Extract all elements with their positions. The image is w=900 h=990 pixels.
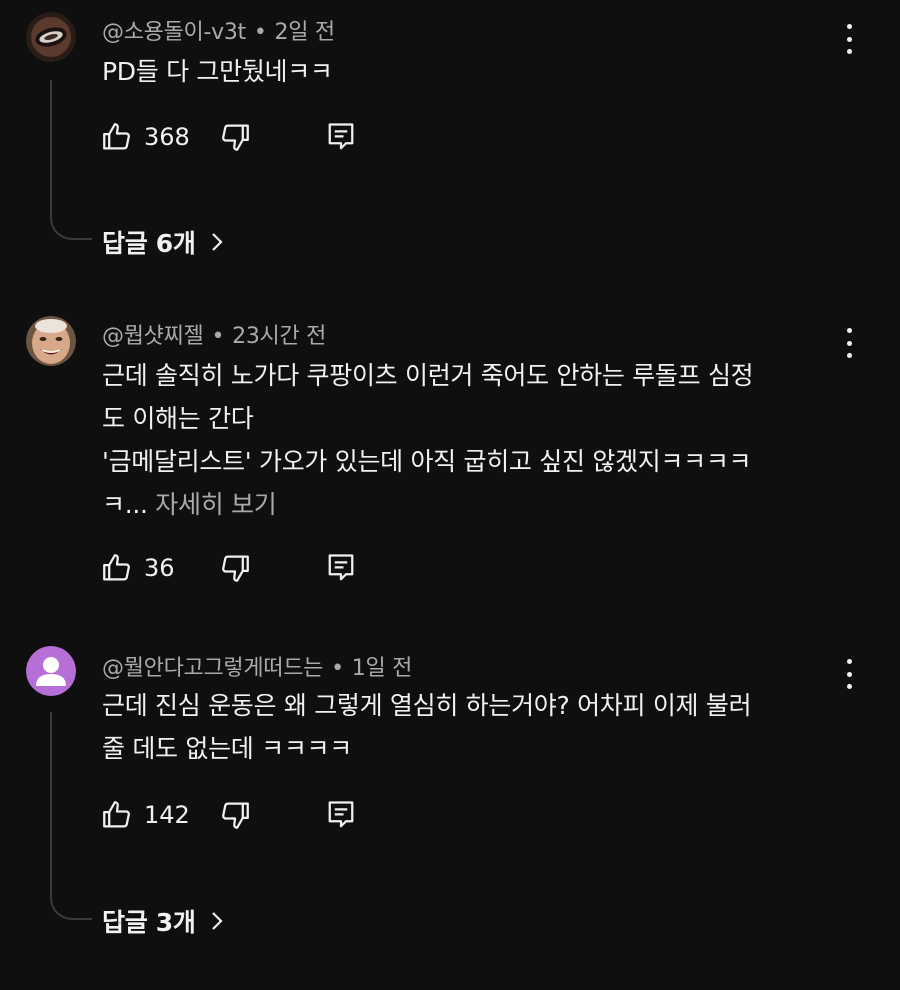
comment-meta: @소용돌이-v3t • 2일 전 (102, 14, 335, 46)
comment-time[interactable]: 2일 전 (275, 20, 336, 45)
comment-time[interactable]: 23시간 전 (232, 324, 326, 349)
comment-line: 근데 진심 운동은 왜 그렇게 열심히 하는거야? 어차피 이제 불러 (102, 691, 752, 720)
comment-text: PD들 다 그만뒀네ㅋㅋ (102, 50, 842, 93)
comment-time[interactable]: 1일 전 (352, 656, 413, 681)
comment-text: 근데 솔직히 노가다 쿠팡이츠 이런거 죽어도 안하는 루돌프 심정 도 이해는… (102, 354, 842, 526)
view-replies-button[interactable]: 답글 6개 (102, 224, 224, 260)
like-button[interactable]: 368 (100, 120, 190, 154)
comment-line: PD들 다 그만뒀네ㅋㅋ (102, 57, 333, 86)
comment-text: 근데 진심 운동은 왜 그렇게 열심히 하는거야? 어차피 이제 불러 줄 데도… (102, 684, 842, 770)
meta-separator: • (211, 324, 225, 349)
thread-connector (50, 80, 92, 240)
reply-icon (328, 123, 354, 150)
like-count: 36 (144, 554, 175, 582)
chevron-right-icon (211, 233, 223, 251)
dislike-button[interactable] (218, 551, 252, 585)
reply-icon (328, 801, 354, 828)
read-more-link[interactable]: 자세히 보기 (155, 490, 276, 519)
dislike-button[interactable] (218, 120, 252, 154)
dislike-button[interactable] (218, 798, 252, 832)
chevron-right-icon (211, 912, 223, 930)
author-handle[interactable]: @소용돌이-v3t (102, 20, 246, 45)
comment-line: ㅋ... (102, 490, 148, 519)
comment-actions: 368 (100, 120, 400, 160)
like-count: 142 (144, 801, 190, 829)
comment-line-last: ㅋ... 자세히 보기 (102, 483, 842, 526)
dislike-icon (222, 555, 249, 582)
comment-line: 줄 데도 없는데 ㅋㅋㅋㅋ (102, 734, 352, 763)
swirl-avatar-icon (26, 12, 76, 62)
avatar[interactable] (26, 316, 76, 366)
author-handle[interactable]: @뭡샷찌젤 (102, 324, 204, 349)
replies-label: 답글 3개 (102, 908, 196, 937)
avatar[interactable] (26, 12, 76, 62)
like-button[interactable]: 36 (100, 551, 175, 585)
reply-button[interactable] (326, 798, 356, 832)
dislike-icon (222, 802, 249, 829)
reply-button[interactable] (326, 120, 356, 154)
like-icon (103, 801, 130, 828)
comment-actions: 142 (100, 798, 400, 838)
dislike-icon (222, 124, 249, 151)
replies-label: 답글 6개 (102, 229, 196, 258)
thread-connector (50, 712, 92, 920)
view-replies-button[interactable]: 답글 3개 (102, 903, 224, 939)
reply-button[interactable] (326, 551, 356, 585)
like-button[interactable]: 142 (100, 798, 190, 832)
comment-line: 근데 솔직히 노가다 쿠팡이츠 이런거 죽어도 안하는 루돌프 심정 (102, 361, 754, 390)
comment-line: '금메달리스트' 가오가 있는데 아직 굽히고 싶진 않겠지ㅋㅋㅋㅋ (102, 447, 752, 476)
like-icon (103, 123, 130, 150)
default-person-avatar-icon (26, 646, 76, 696)
face-avatar-icon (26, 316, 76, 366)
comment-meta: @뭘안다고그렇게떠드는 • 1일 전 (102, 650, 412, 682)
reply-icon (328, 554, 354, 581)
comment-meta: @뭡샷찌젤 • 23시간 전 (102, 318, 326, 350)
comment-actions: 36 (100, 551, 400, 591)
like-count: 368 (144, 123, 190, 151)
meta-separator: • (331, 656, 344, 681)
meta-separator: • (253, 20, 267, 45)
author-handle[interactable]: @뭘안다고그렇게떠드는 (102, 656, 323, 681)
like-icon (103, 554, 130, 581)
comment-line: 도 이해는 간다 (102, 404, 254, 433)
avatar[interactable] (26, 646, 76, 696)
